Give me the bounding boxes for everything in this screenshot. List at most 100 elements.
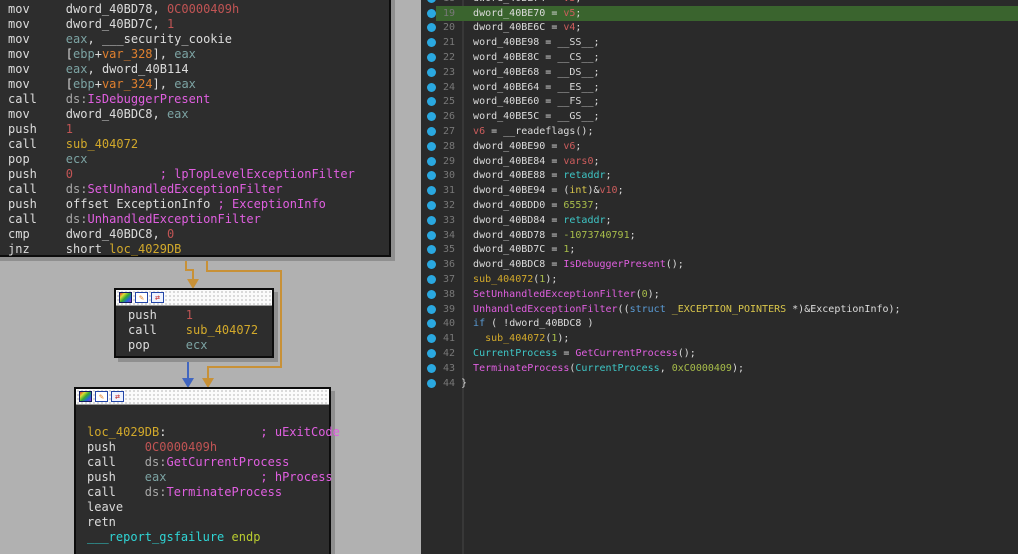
pseudocode-text[interactable]: dword_40BE6C = v4; xyxy=(461,22,581,33)
pseudocode-line[interactable]: 26 word_40BE5C = __GS__; xyxy=(421,109,1018,124)
pseudocode-line[interactable]: 19 dword_40BE70 = v5; xyxy=(421,6,1018,21)
pseudocode-line[interactable]: 39 UnhandledExceptionFilter((struct _EXC… xyxy=(421,302,1018,317)
pseudocode-text[interactable]: word_40BE64 = __ES__; xyxy=(461,82,600,93)
pseudocode-text[interactable]: dword_40BE74 = v3; xyxy=(461,0,581,4)
group-node-icon[interactable]: ⇄ xyxy=(111,391,124,402)
pseudocode-text[interactable]: sub_404072(1); xyxy=(461,274,557,285)
asm-line[interactable]: mov dword_40BDC8, eax xyxy=(8,107,389,122)
pseudocode-line[interactable]: 33 dword_40BD84 = retaddr; xyxy=(421,213,1018,228)
pseudocode-text[interactable]: dword_40BE84 = vars0; xyxy=(461,156,600,167)
pseudocode-text[interactable]: dword_40BD7C = 1; xyxy=(461,244,575,255)
node-color-palette-icon[interactable] xyxy=(119,292,132,303)
breakpoint-dot-icon[interactable] xyxy=(427,112,436,121)
asm-line[interactable]: mov [ebp+var_324], eax xyxy=(8,77,389,92)
asm-line[interactable]: call sub_404072 xyxy=(128,323,272,338)
breakpoint-dot-icon[interactable] xyxy=(427,275,436,284)
asm-line[interactable]: call ds:UnhandledExceptionFilter xyxy=(8,212,389,227)
asm-line[interactable]: push 1 xyxy=(8,122,389,137)
breakpoint-dot-icon[interactable] xyxy=(427,0,436,3)
asm-line[interactable]: retn xyxy=(87,515,329,530)
pseudocode-text[interactable]: dword_40BDC8 = IsDebuggerPresent(); xyxy=(461,259,684,270)
basic-block-exit[interactable]: ✎ ⇄ loc_4029DB: ; uExitCodepush 0C000040… xyxy=(74,387,331,554)
breakpoint-dot-icon[interactable] xyxy=(427,364,436,373)
asm-line[interactable]: mov dword_40BD7C, 1 xyxy=(8,17,389,32)
group-node-icon[interactable]: ⇄ xyxy=(151,292,164,303)
edit-node-icon[interactable]: ✎ xyxy=(135,292,148,303)
pseudocode-text[interactable]: word_40BE98 = __SS__; xyxy=(461,37,600,48)
breakpoint-dot-icon[interactable] xyxy=(427,260,436,269)
pseudocode-text[interactable]: } xyxy=(461,378,467,389)
asm-line[interactable]: push eax ; hProcess xyxy=(87,470,329,485)
asm-line[interactable]: call sub_404072 xyxy=(8,137,389,152)
asm-line[interactable]: call ds:IsDebuggerPresent xyxy=(8,92,389,107)
pseudocode-text[interactable]: sub_404072(1); xyxy=(461,333,569,344)
breakpoint-dot-icon[interactable] xyxy=(427,23,436,32)
pseudocode-line[interactable]: 25 word_40BE60 = __FS__; xyxy=(421,95,1018,110)
pseudocode-line[interactable]: 23 word_40BE68 = __DS__; xyxy=(421,65,1018,80)
graph-view[interactable]: mov dword_40BD78, 0C0000409hmov dword_40… xyxy=(0,0,421,554)
node-color-palette-icon[interactable] xyxy=(79,391,92,402)
breakpoint-dot-icon[interactable] xyxy=(427,83,436,92)
asm-line[interactable]: call ds:SetUnhandledExceptionFilter xyxy=(8,182,389,197)
asm-line[interactable]: ___report_gsfailure endp xyxy=(87,530,329,545)
breakpoint-dot-icon[interactable] xyxy=(427,127,436,136)
breakpoint-dot-icon[interactable] xyxy=(427,319,436,328)
breakpoint-dot-icon[interactable] xyxy=(427,171,436,180)
breakpoint-dot-icon[interactable] xyxy=(427,290,436,299)
asm-line[interactable]: call ds:TerminateProcess xyxy=(87,485,329,500)
breakpoint-dot-icon[interactable] xyxy=(427,245,436,254)
breakpoint-dot-icon[interactable] xyxy=(427,186,436,195)
breakpoint-dot-icon[interactable] xyxy=(427,349,436,358)
breakpoint-dot-icon[interactable] xyxy=(427,334,436,343)
pseudocode-text[interactable]: word_40BE68 = __DS__; xyxy=(461,67,600,78)
asm-line[interactable]: call ds:GetCurrentProcess xyxy=(87,455,329,470)
pseudocode-text[interactable]: if ( !dword_40BDC8 ) xyxy=(461,318,593,329)
asm-line[interactable]: pop ecx xyxy=(128,338,272,353)
asm-line[interactable]: mov [ebp+var_328], eax xyxy=(8,47,389,62)
breakpoint-dot-icon[interactable] xyxy=(427,142,436,151)
pseudocode-text[interactable]: word_40BE5C = __GS__; xyxy=(461,111,600,122)
pseudocode-text[interactable]: dword_40BE90 = v6; xyxy=(461,141,581,152)
pseudocode-line[interactable]: 38 SetUnhandledExceptionFilter(0); xyxy=(421,287,1018,302)
pseudocode-line[interactable]: 24 word_40BE64 = __ES__; xyxy=(421,80,1018,95)
pseudocode-line[interactable]: 31 dword_40BE94 = (int)&v10; xyxy=(421,183,1018,198)
asm-line[interactable]: loc_4029DB: ; uExitCode xyxy=(87,425,329,440)
breakpoint-dot-icon[interactable] xyxy=(427,9,436,18)
asm-line[interactable]: push 1 xyxy=(128,308,272,323)
pseudocode-text[interactable]: dword_40BE70 = v5; xyxy=(461,8,581,19)
pseudocode-line[interactable]: 40 if ( !dword_40BDC8 ) xyxy=(421,317,1018,332)
asm-line[interactable]: push offset ExceptionInfo ; ExceptionInf… xyxy=(8,197,389,212)
pseudocode-line[interactable]: 20 dword_40BE6C = v4; xyxy=(421,21,1018,36)
pseudocode-text[interactable]: dword_40BD78 = -1073740791; xyxy=(461,230,636,241)
asm-line[interactable]: push 0 ; lpTopLevelExceptionFilter xyxy=(8,167,389,182)
asm-line[interactable] xyxy=(87,410,329,425)
asm-line[interactable]: mov eax, dword_40B114 xyxy=(8,62,389,77)
pseudocode-line[interactable]: 36 dword_40BDC8 = IsDebuggerPresent(); xyxy=(421,257,1018,272)
pseudocode-line[interactable]: 27 v6 = __readeflags(); xyxy=(421,124,1018,139)
breakpoint-dot-icon[interactable] xyxy=(427,201,436,210)
pseudocode-text[interactable]: TerminateProcess(CurrentProcess, 0xC0000… xyxy=(461,363,744,374)
asm-line[interactable]: mov dword_40BD78, 0C0000409h xyxy=(8,2,389,17)
basic-block-entry[interactable]: mov dword_40BD78, 0C0000409hmov dword_40… xyxy=(0,0,391,257)
breakpoint-dot-icon[interactable] xyxy=(427,216,436,225)
breakpoint-dot-icon[interactable] xyxy=(427,38,436,47)
breakpoint-dot-icon[interactable] xyxy=(427,68,436,77)
pseudocode-line[interactable]: 29 dword_40BE84 = vars0; xyxy=(421,154,1018,169)
edit-node-icon[interactable]: ✎ xyxy=(95,391,108,402)
asm-line[interactable]: jnz short loc_4029DB xyxy=(8,242,389,257)
pseudocode-line[interactable]: 44} xyxy=(421,376,1018,391)
asm-line[interactable]: pop ecx xyxy=(8,152,389,167)
pseudocode-text[interactable]: dword_40BE94 = (int)&v10; xyxy=(461,185,624,196)
breakpoint-dot-icon[interactable] xyxy=(427,231,436,240)
pseudocode-line[interactable]: 32 dword_40BDD0 = 65537; xyxy=(421,198,1018,213)
pseudocode-view[interactable]: 18 dword_40BE74 = v3;19 dword_40BE70 = v… xyxy=(421,0,1018,554)
pseudocode-line[interactable]: 30 dword_40BE88 = retaddr; xyxy=(421,169,1018,184)
pseudocode-text[interactable]: dword_40BDD0 = 65537; xyxy=(461,200,600,211)
asm-line[interactable]: push 0C0000409h xyxy=(87,440,329,455)
pseudocode-line[interactable]: 41 sub_404072(1); xyxy=(421,331,1018,346)
pseudocode-text[interactable]: word_40BE8C = __CS__; xyxy=(461,52,600,63)
pseudocode-line[interactable]: 21 word_40BE98 = __SS__; xyxy=(421,35,1018,50)
asm-line[interactable]: cmp dword_40BDC8, 0 xyxy=(8,227,389,242)
breakpoint-dot-icon[interactable] xyxy=(427,305,436,314)
breakpoint-dot-icon[interactable] xyxy=(427,157,436,166)
